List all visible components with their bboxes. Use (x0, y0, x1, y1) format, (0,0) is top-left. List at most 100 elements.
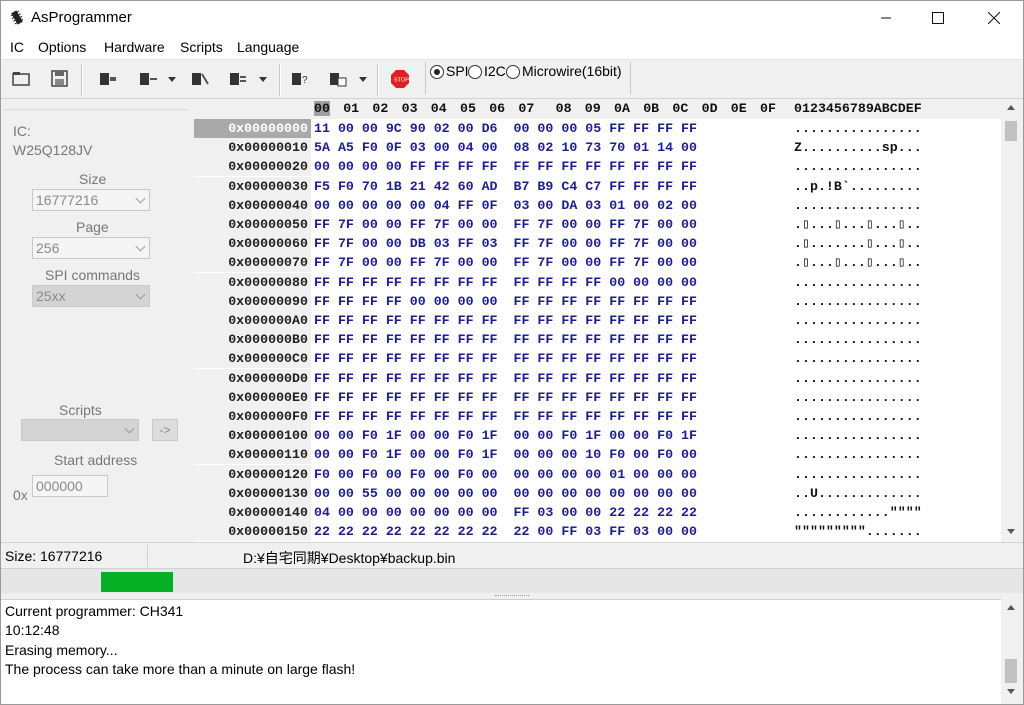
start-address-input[interactable]: 000000 (32, 475, 108, 497)
hex-row[interactable]: 0x00000120 F0 00 F0 00 F0 00 F0 00 00 00 … (194, 464, 1001, 484)
spi-label[interactable]: SPI (446, 63, 469, 79)
close-button[interactable] (971, 1, 1017, 35)
hex-row-ascii[interactable]: ................ (794, 369, 922, 388)
hex-row-bytes[interactable]: FF FF FF FF FF FF FF FF FF FF FF FF FF F… (314, 388, 697, 407)
maximize-button[interactable] (915, 1, 961, 35)
microwire-label[interactable]: Microwire(16bit) (522, 63, 622, 79)
run-script-button[interactable]: -> (152, 419, 178, 441)
options-button[interactable] (327, 68, 349, 90)
write-dropdown-icon[interactable] (168, 77, 176, 82)
hex-row-ascii[interactable]: ..p.!B`......... (794, 177, 922, 196)
hex-row[interactable]: 0x000000E0 FF FF FF FF FF FF FF FF FF FF … (194, 387, 1001, 407)
hex-row[interactable]: 0x00000090 FF FF FF FF 00 00 00 00 FF FF … (194, 291, 1001, 311)
scroll-up-icon[interactable] (1007, 605, 1015, 610)
hex-row-bytes[interactable]: 00 00 55 00 00 00 00 00 00 00 00 00 00 0… (314, 484, 697, 503)
hex-row[interactable]: 0x000000C0 FF FF FF FF FF FF FF FF FF FF … (194, 349, 1001, 369)
hex-scrollbar[interactable] (1001, 99, 1021, 542)
hex-row[interactable]: 0x00000080 FF FF FF FF FF FF FF FF FF FF … (194, 272, 1001, 292)
hex-row[interactable]: 0x00000130 00 00 55 00 00 00 00 00 00 00 … (194, 483, 1001, 503)
hex-row-ascii[interactable]: ................ (794, 311, 922, 330)
i2c-radio[interactable] (468, 65, 482, 79)
hex-row-bytes[interactable]: FF 7F 00 00 DB 03 FF 03 FF 7F 00 00 FF 7… (314, 234, 697, 253)
hex-row-bytes[interactable]: FF FF FF FF FF FF FF FF FF FF FF FF FF F… (314, 311, 697, 330)
hex-row-ascii[interactable]: ................ (794, 407, 922, 426)
hex-row-bytes[interactable]: 5A A5 F0 0F 03 00 04 00 08 02 10 73 70 0… (314, 138, 697, 157)
hex-row-bytes[interactable]: FF FF FF FF FF FF FF FF FF FF FF FF FF F… (314, 349, 697, 368)
hex-row[interactable]: 0x000000D0 FF FF FF FF FF FF FF FF FF FF … (194, 368, 1001, 388)
hex-row[interactable]: 0x00000000 11 00 00 9C 90 02 00 D6 00 00 … (194, 119, 1001, 138)
menu-options[interactable]: Options (38, 39, 86, 55)
hex-row-bytes[interactable]: FF FF FF FF FF FF FF FF FF FF FF FF FF F… (314, 407, 697, 426)
hex-row[interactable]: 0x00000110 00 00 F0 1F 00 00 F0 1F 00 00 … (194, 445, 1001, 465)
hex-row-ascii[interactable]: ..U............. (794, 484, 922, 503)
options-dropdown-icon[interactable] (359, 77, 367, 82)
hex-row-ascii[interactable]: ............"""" (794, 503, 922, 522)
spi-commands-select[interactable]: 25xx (32, 285, 150, 307)
scroll-up-icon[interactable] (1007, 105, 1015, 110)
open-file-button[interactable] (11, 68, 33, 90)
hex-row-bytes[interactable]: 04 00 00 00 00 00 00 00 FF 03 00 00 22 2… (314, 503, 697, 522)
hex-row[interactable]: 0x00000070 FF 7F 00 00 FF 7F 00 00 FF 7F … (194, 253, 1001, 273)
hex-row-ascii[interactable]: ................ (794, 445, 922, 464)
hex-row[interactable]: 0x00000020 00 00 00 00 FF FF FF FF FF FF … (194, 157, 1001, 177)
hex-row[interactable]: 0x000000F0 FF FF FF FF FF FF FF FF FF FF … (194, 407, 1001, 426)
hex-row-ascii[interactable]: ................ (794, 330, 922, 349)
hex-row-ascii[interactable]: ................ (794, 465, 922, 484)
hex-row[interactable]: 0x000000A0 FF FF FF FF FF FF FF FF FF FF … (194, 311, 1001, 330)
hex-row-bytes[interactable]: 00 00 F0 1F 00 00 F0 1F 00 00 F0 1F 00 0… (314, 426, 697, 445)
menu-ic[interactable]: IC (10, 39, 24, 55)
hex-row[interactable]: 0x00000040 00 00 00 00 00 04 FF 0F 03 00 … (194, 195, 1001, 215)
hex-row-bytes[interactable]: FF FF FF FF FF FF FF FF FF FF FF FF 00 0… (314, 273, 697, 292)
hex-row-ascii[interactable]: """""""""....... (794, 522, 922, 541)
hex-row-bytes[interactable]: 22 22 22 22 22 22 22 22 22 00 FF 03 FF 0… (314, 522, 697, 541)
log-panel[interactable]: Current programmer: CH341 10:12:48 Erasi… (1, 599, 1001, 704)
hex-editor[interactable]: 00 01 02 03 04 05 06 07 08 09 0A 0B 0C 0D 0E 0F 01234567… (194, 99, 1001, 542)
read-chip-button[interactable] (97, 68, 119, 90)
hex-row-bytes[interactable]: F5 F0 70 1B 21 42 60 AD B7 B9 C4 C7 FF F… (314, 177, 697, 196)
size-select[interactable]: 16777216 (32, 189, 150, 211)
scroll-down-icon[interactable] (1007, 529, 1015, 534)
scripts-select[interactable] (21, 419, 139, 441)
microwire-radio[interactable] (506, 65, 520, 79)
hex-row[interactable]: 0x000000B0 FF FF FF FF FF FF FF FF FF FF … (194, 330, 1001, 350)
hex-row-bytes[interactable]: FF FF FF FF FF FF FF FF FF FF FF FF FF F… (314, 330, 697, 349)
hex-row-bytes[interactable]: FF 7F 00 00 FF 7F 00 00 FF 7F 00 00 FF 7… (314, 215, 697, 234)
hex-row-bytes[interactable]: 11 00 00 9C 90 02 00 D6 00 00 00 05 FF F… (314, 119, 697, 138)
stop-button[interactable]: STOP (389, 68, 411, 90)
minimize-button[interactable] (863, 1, 909, 35)
write-chip-button[interactable] (137, 68, 159, 90)
menu-hardware[interactable]: Hardware (104, 39, 165, 55)
hex-row-ascii[interactable]: ................ (794, 349, 922, 368)
hex-row-ascii[interactable]: ................ (794, 119, 922, 138)
hex-scroll-thumb[interactable] (1005, 121, 1017, 141)
menu-scripts[interactable]: Scripts (180, 39, 223, 55)
hex-row-ascii[interactable]: .▯.......▯...▯.. (794, 234, 922, 253)
hex-row-ascii[interactable]: .▯...▯...▯...▯.. (794, 253, 922, 272)
hex-row[interactable]: 0x00000030 F5 F0 70 1B 21 42 60 AD B7 B9 … (194, 176, 1001, 196)
menu-language[interactable]: Language (237, 39, 299, 55)
hex-row[interactable]: 0x00000100 00 00 F0 1F 00 00 F0 1F 00 00 … (194, 426, 1001, 446)
hex-row-bytes[interactable]: FF FF FF FF 00 00 00 00 FF FF FF FF FF F… (314, 292, 697, 311)
save-button[interactable] (49, 68, 71, 90)
log-scrollbar[interactable] (1001, 599, 1021, 704)
verify-chip-button[interactable] (227, 68, 249, 90)
hex-row-bytes[interactable]: 00 00 F0 1F 00 00 F0 1F 00 00 00 10 F0 0… (314, 445, 697, 464)
erase-chip-button[interactable] (189, 68, 211, 90)
hex-row-bytes[interactable]: 00 00 00 00 00 04 FF 0F 03 00 DA 03 01 0… (314, 196, 697, 215)
hex-row[interactable]: 0x00000050 FF 7F 00 00 FF 7F 00 00 FF 7F … (194, 215, 1001, 234)
page-select[interactable]: 256 (32, 237, 150, 259)
hex-row[interactable]: 0x00000140 04 00 00 00 00 00 00 00 FF 03 … (194, 503, 1001, 522)
hex-row-bytes[interactable]: FF 7F 00 00 FF 7F 00 00 FF 7F 00 00 FF 7… (314, 253, 697, 272)
i2c-label[interactable]: I2C (484, 63, 506, 79)
log-scroll-thumb[interactable] (1005, 659, 1017, 683)
scroll-down-icon[interactable] (1007, 689, 1015, 694)
hex-row-bytes[interactable]: 00 00 00 00 FF FF FF FF FF FF FF FF FF F… (314, 157, 697, 176)
hex-row[interactable]: 0x00000010 5A A5 F0 0F 03 00 04 00 08 02 … (194, 138, 1001, 158)
hex-row-ascii[interactable]: Z..........sp... (794, 138, 922, 157)
hex-row[interactable]: 0x00000060 FF 7F 00 00 DB 03 FF 03 FF 7F … (194, 234, 1001, 254)
hex-row-bytes[interactable]: FF FF FF FF FF FF FF FF FF FF FF FF FF F… (314, 369, 697, 388)
hex-row-ascii[interactable]: ................ (794, 273, 922, 292)
hex-row-ascii[interactable]: ................ (794, 426, 922, 445)
read-id-button[interactable]: ? (289, 68, 311, 90)
hex-row[interactable]: 0x00000150 22 22 22 22 22 22 22 22 22 00 … (194, 522, 1001, 542)
